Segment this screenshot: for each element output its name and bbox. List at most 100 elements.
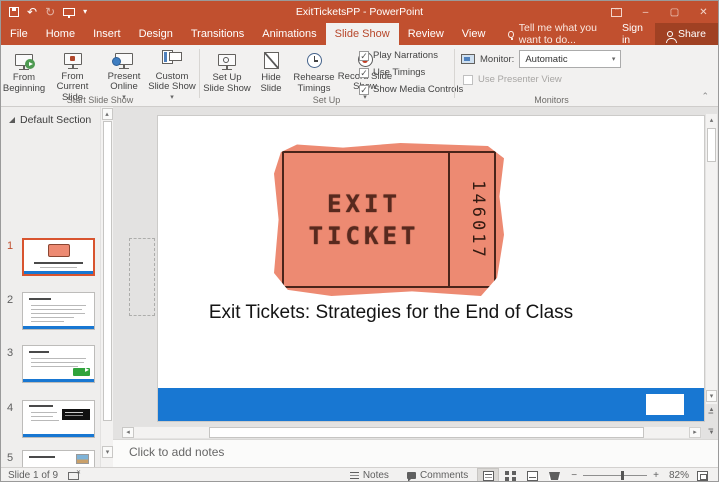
- slide-thumbnail-1[interactable]: [22, 238, 95, 276]
- close-button[interactable]: ✕: [689, 1, 718, 23]
- scroll-down-icon[interactable]: ▾: [706, 390, 717, 402]
- scrollbar-thumb[interactable]: [103, 121, 112, 421]
- scroll-down-icon[interactable]: ▾: [102, 446, 113, 458]
- share-label: Share: [677, 28, 706, 40]
- zoom-slider[interactable]: [583, 471, 648, 480]
- tab-view[interactable]: View: [453, 23, 495, 45]
- section-header[interactable]: Default Section: [1, 107, 100, 126]
- monitor-dropdown[interactable]: Automatic ▾: [519, 50, 622, 68]
- zoom-level[interactable]: 82%: [665, 470, 693, 481]
- slide-canvas[interactable]: EXIT TICKET 146017 Exit Tickets: Strateg…: [158, 116, 704, 421]
- minimize-button[interactable]: –: [631, 1, 660, 23]
- display-settings-icon[interactable]: [68, 469, 81, 480]
- slide-thumbnail-panel: Default Section 1 2 3 4: [1, 107, 100, 467]
- zoom-out-button[interactable]: −: [571, 470, 577, 481]
- slide-thumbnail-4[interactable]: [22, 400, 95, 438]
- slide-thumbnail-3[interactable]: [22, 345, 95, 383]
- titlebar: ↶ ↻ ▾ ExitTicketsPP - PowerPoint – ▢ ✕: [1, 1, 718, 23]
- tell-me-box[interactable]: Tell me what you want to do...: [508, 22, 610, 46]
- slide-number: 5: [7, 452, 14, 464]
- show-media-controls-checkbox[interactable]: ✓ Show Media Controls: [359, 84, 463, 95]
- collapse-ribbon-icon[interactable]: ⌃: [701, 91, 709, 102]
- offslide-placeholder-outline: [129, 238, 155, 316]
- ribbon-display-options-button[interactable]: [602, 1, 631, 23]
- ribbon-tab-row: File Home Insert Design Transitions Anim…: [1, 22, 718, 46]
- slide-thumbnail-5[interactable]: [22, 450, 95, 467]
- reading-view-icon: [526, 470, 538, 481]
- normal-view-button[interactable]: [477, 467, 500, 481]
- exit-ticket-image[interactable]: EXIT TICKET 146017: [274, 143, 504, 296]
- slide-show-icon: [548, 471, 560, 480]
- tab-review[interactable]: Review: [399, 23, 453, 45]
- slide-horizontal-scrollbar[interactable]: ◂ ▸: [121, 426, 702, 439]
- maximize-button[interactable]: ▢: [660, 1, 689, 23]
- monitor-label: Monitor:: [480, 53, 515, 65]
- slide-vertical-scrollbar[interactable]: ▴ ▾: [705, 113, 718, 405]
- comments-toggle-button[interactable]: Comments: [398, 468, 477, 481]
- section-collapse-icon: [9, 117, 15, 123]
- notes-placeholder: Click to add notes: [129, 445, 225, 459]
- tab-home[interactable]: Home: [37, 23, 84, 45]
- show-media-controls-label: Show Media Controls: [373, 84, 464, 95]
- slide-sorter-view-button[interactable]: [499, 468, 521, 482]
- tab-insert[interactable]: Insert: [84, 23, 130, 45]
- next-slide-button[interactable]: ▁ ▼: [709, 423, 715, 436]
- tab-animations[interactable]: Animations: [253, 23, 325, 45]
- notes-pane[interactable]: Click to add notes: [113, 439, 718, 467]
- scroll-up-icon[interactable]: ▴: [101, 108, 113, 120]
- gear-icon: [223, 57, 229, 63]
- thumbnail-panel-scrollbar[interactable]: ▴ ▾: [100, 107, 113, 467]
- ticket-word-ticket: TICKET: [308, 221, 420, 250]
- clock-icon: [306, 52, 322, 68]
- mini-video-box: [62, 409, 90, 420]
- tab-transitions[interactable]: Transitions: [182, 23, 253, 45]
- previous-slide-button[interactable]: ▲ ▔: [709, 407, 715, 420]
- slide-number: 2: [7, 294, 14, 306]
- tab-file[interactable]: File: [1, 23, 37, 45]
- ribbon-display-options-icon: [611, 7, 622, 17]
- mini-ticket-image: [48, 244, 70, 257]
- checkbox-checked-icon: ✓: [359, 67, 369, 78]
- sign-in-button[interactable]: Sign in: [610, 22, 655, 46]
- setup-screen-icon: [218, 54, 236, 70]
- notes-toggle-button[interactable]: Notes: [341, 468, 398, 481]
- slide-sorter-icon: [504, 470, 516, 481]
- scrollbar-thumb[interactable]: [707, 128, 716, 162]
- scroll-right-icon[interactable]: ▸: [689, 427, 701, 438]
- share-button[interactable]: Share: [654, 23, 718, 45]
- use-timings-checkbox[interactable]: ✓ Use Timings: [359, 67, 425, 78]
- slide-title-text[interactable]: Exit Tickets: Strategies for the End of …: [158, 302, 624, 324]
- qat-customize-icon[interactable]: ▾: [83, 1, 87, 23]
- play-narrations-checkbox[interactable]: ✓ Play Narrations: [359, 50, 438, 61]
- quick-access-toolbar: ↶ ↻ ▾: [1, 1, 87, 23]
- rehearse-timings-label: Rehearse Timings: [293, 72, 335, 94]
- ticket-stub-line: [448, 151, 450, 288]
- zoom-slider-thumb[interactable]: [621, 471, 625, 480]
- fit-slide-to-window-icon[interactable]: [697, 470, 708, 481]
- use-presenter-view-checkbox[interactable]: Use Presenter View: [463, 74, 562, 85]
- set-up-slide-show-label: Set Up Slide Show: [203, 72, 251, 94]
- start-slideshow-icon[interactable]: [63, 8, 76, 18]
- group-label-start-slide-show: Start Slide Show: [66, 95, 134, 105]
- tab-design[interactable]: Design: [130, 23, 182, 45]
- scrollbar-thumb[interactable]: [209, 427, 644, 438]
- comments-toggle-label: Comments: [419, 470, 469, 481]
- hide-slide-icon: [263, 51, 279, 69]
- slideshow-screen-icon: [63, 53, 82, 70]
- zoom-in-button[interactable]: +: [653, 470, 659, 481]
- notes-icon: [349, 472, 359, 479]
- scroll-up-icon[interactable]: ▴: [706, 115, 717, 127]
- save-icon[interactable]: [9, 7, 19, 17]
- reading-view-button[interactable]: [521, 468, 543, 482]
- slide-thumbnail-2[interactable]: [22, 292, 95, 330]
- scroll-left-icon[interactable]: ◂: [122, 427, 134, 438]
- ribbon: From Beginning From Current Slide Presen…: [1, 45, 718, 107]
- slide-show-view-button[interactable]: [543, 468, 565, 482]
- redo-icon[interactable]: ↻: [45, 1, 55, 23]
- tab-slide-show[interactable]: Slide Show: [325, 23, 399, 45]
- undo-icon[interactable]: ↶: [27, 1, 37, 23]
- use-presenter-view-label: Use Presenter View: [478, 74, 562, 85]
- monitor-icon: [461, 54, 475, 64]
- custom-slide-show-label: Custom Slide Show: [148, 70, 196, 92]
- slideshow-screen-icon: [112, 53, 133, 70]
